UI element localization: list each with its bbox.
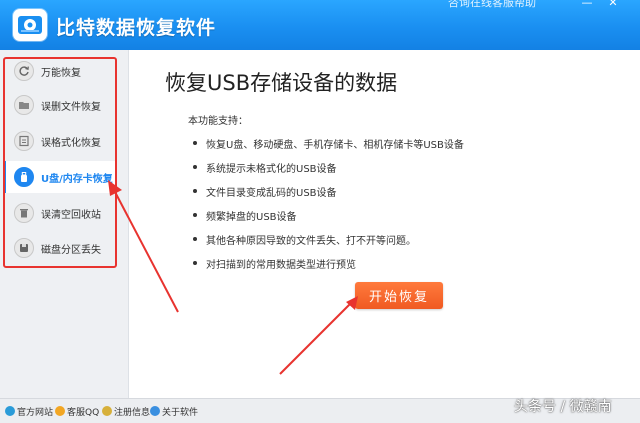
start-recovery-button[interactable]: 开始恢复	[355, 282, 443, 309]
watermark: 头条号 / 微赣南	[514, 399, 612, 415]
sidebar-item-recycle-bin[interactable]: 误清空回收站	[8, 197, 114, 229]
bullet-icon	[193, 237, 197, 241]
folder-icon	[14, 95, 34, 115]
usb-icon	[14, 167, 34, 187]
globe-icon	[5, 406, 15, 416]
trash-icon	[14, 203, 34, 223]
minimize-button[interactable]: —	[580, 0, 594, 9]
title-bar: 比特数据恢复软件 咨询在线客服帮助 — ✕	[0, 0, 640, 50]
bullet-icon	[193, 165, 197, 169]
register-info-link[interactable]: 注册信息	[102, 405, 150, 419]
sidebar-item-deleted-files[interactable]: 误删文件恢复	[8, 89, 114, 121]
statusbar-label: 关于软件	[162, 408, 199, 418]
official-site-link[interactable]: 官方网站	[5, 405, 53, 419]
bullet-icon	[193, 189, 197, 193]
online-help-link[interactable]: 咨询在线客服帮助	[448, 0, 536, 10]
sidebar-item-universal-recovery[interactable]: 万能恢复	[8, 55, 114, 87]
sidebar-item-partition-lost[interactable]: 磁盘分区丢失	[8, 232, 114, 264]
bullet-icon	[193, 261, 197, 265]
intro-text: 本功能支持：	[188, 116, 248, 127]
sidebar-item-label: 误删文件恢复	[41, 102, 101, 113]
feature-text: 其他各种原因导致的文件丢失、打不开等问题。	[206, 236, 416, 247]
statusbar-label: 官方网站	[17, 408, 54, 418]
bullet-icon	[193, 213, 197, 217]
qq-icon	[55, 406, 65, 416]
page-title: 恢复USB存储设备的数据	[165, 71, 398, 95]
app-logo	[13, 9, 47, 41]
feature-text: 系统提示未格式化的USB设备	[206, 164, 337, 175]
feature-text: 频繁掉盘的USB设备	[206, 212, 297, 223]
sidebar-item-label: U盘/内存卡恢复	[41, 174, 113, 185]
sidebar-item-format-recovery[interactable]: 误格式化恢复	[8, 125, 114, 157]
disk-icon	[14, 238, 34, 258]
sidebar-item-usb-recovery[interactable]: U盘/内存卡恢复	[3, 161, 116, 193]
annotation-arrow-button	[279, 301, 353, 375]
qq-support-link[interactable]: 客服QQ	[55, 405, 99, 419]
close-button[interactable]: ✕	[606, 0, 620, 9]
feature-text: 对扫描到的常用数据类型进行预览	[206, 260, 356, 271]
key-icon	[102, 406, 112, 416]
refresh-icon	[14, 61, 34, 81]
info-icon	[150, 406, 160, 416]
sidebar-item-label: 磁盘分区丢失	[41, 245, 101, 256]
sidebar-item-label: 误格式化恢复	[41, 138, 101, 149]
feature-text: 文件目录变成乱码的USB设备	[206, 188, 337, 199]
about-software-link[interactable]: 关于软件	[150, 405, 198, 419]
window-controls: — ✕	[560, 0, 630, 11]
sidebar-item-label: 万能恢复	[41, 68, 81, 79]
feature-text: 恢复U盘、移动硬盘、手机存储卡、相机存储卡等USB设备	[206, 140, 464, 151]
bullet-icon	[193, 141, 197, 145]
sidebar-item-label: 误清空回收站	[41, 210, 101, 221]
statusbar-label: 注册信息	[114, 408, 151, 418]
format-icon	[14, 131, 34, 151]
app-title: 比特数据恢复软件	[56, 17, 217, 39]
statusbar-label: 客服QQ	[67, 408, 100, 418]
